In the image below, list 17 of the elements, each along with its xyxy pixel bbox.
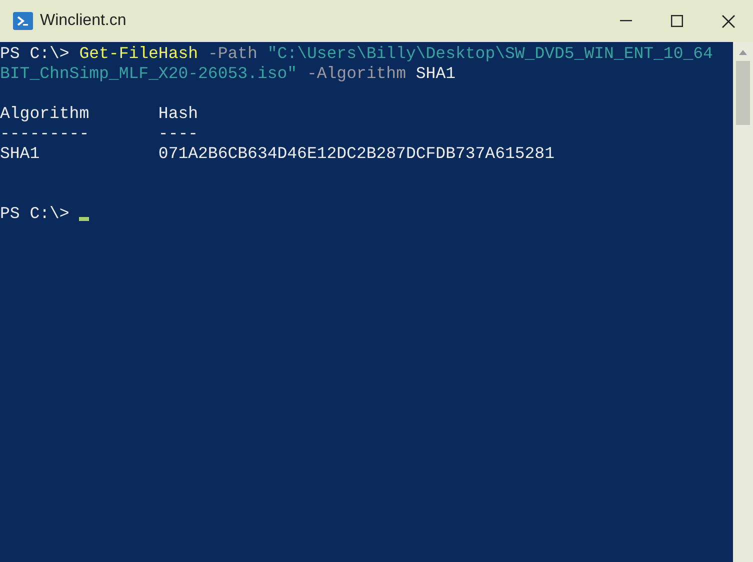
column-rule: --------- bbox=[0, 124, 90, 144]
maximize-icon bbox=[671, 15, 683, 27]
table-cell: 071A2B6CB634D46E12DC2B287DCFDB737A615281 bbox=[158, 144, 554, 164]
table-cell-text: SHA1 bbox=[0, 144, 41, 164]
column-heading: Hash bbox=[158, 104, 198, 124]
powershell-icon bbox=[13, 11, 33, 31]
window-title: Winclient.cn bbox=[40, 11, 126, 31]
minimize-icon bbox=[620, 20, 632, 22]
close-icon bbox=[722, 14, 734, 28]
console-command: PS C:\> Get-FileHash -Path "C:\Users\Billy\Desktop\SW_DVD5_WIN_ENT_10_64BIT_ChnSimp_MLF_X20-26053.iso" -Algorithm SHA1 bbox=[0, 44, 714, 84]
column-heading: Algorithm bbox=[0, 104, 90, 124]
scrollbar[interactable] bbox=[733, 42, 753, 562]
console-prompt: PS C:\> bbox=[0, 204, 70, 224]
scrollbar-thumb[interactable] bbox=[736, 61, 750, 125]
column-rule: ---- bbox=[158, 124, 198, 144]
scroll-up-icon[interactable] bbox=[739, 50, 747, 55]
text-cursor bbox=[79, 217, 90, 221]
